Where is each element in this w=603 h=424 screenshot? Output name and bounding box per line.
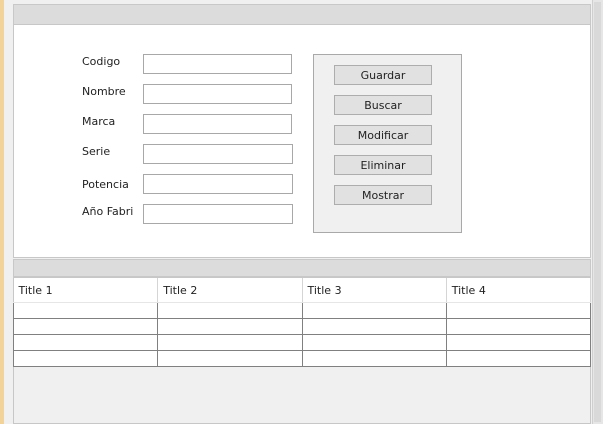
- table-row[interactable]: [12, 350, 592, 367]
- column-header-title-4[interactable]: Title 4: [446, 278, 592, 303]
- guardar-button[interactable]: Guardar: [334, 65, 432, 85]
- modificar-button[interactable]: Modificar: [334, 125, 432, 145]
- top-toolbar-strip: [13, 4, 591, 25]
- table-cell[interactable]: [157, 334, 303, 351]
- table-row[interactable]: [12, 302, 592, 319]
- table-cell[interactable]: [12, 350, 159, 367]
- column-header-title-3[interactable]: Title 3: [302, 278, 447, 303]
- data-table: Title 1 Title 2 Title 3 Title 4: [12, 278, 592, 367]
- table-cell[interactable]: [301, 302, 447, 319]
- table-cell[interactable]: [157, 350, 303, 367]
- table-cell[interactable]: [301, 350, 447, 367]
- table-cell[interactable]: [445, 302, 592, 319]
- table-cell[interactable]: [12, 334, 159, 351]
- table-cell[interactable]: [157, 302, 303, 319]
- table-cell[interactable]: [301, 334, 447, 351]
- scrollbar-thumb[interactable]: [594, 2, 601, 422]
- buscar-button[interactable]: Buscar: [334, 95, 432, 115]
- table-cell[interactable]: [12, 302, 159, 319]
- nombre-label: Nombre: [82, 85, 126, 98]
- serie-label: Serie: [82, 145, 111, 158]
- table-cell[interactable]: [445, 318, 592, 335]
- eliminar-button[interactable]: Eliminar: [334, 155, 432, 175]
- column-header-title-1[interactable]: Title 1: [13, 278, 159, 303]
- nombre-input[interactable]: [143, 84, 292, 104]
- codigo-label: Codigo: [82, 55, 121, 68]
- potencia-input[interactable]: [143, 174, 293, 194]
- marca-input[interactable]: [143, 114, 292, 134]
- column-header-title-2[interactable]: Title 2: [157, 278, 303, 303]
- table-cell[interactable]: [12, 318, 159, 335]
- splitter-bar[interactable]: [13, 259, 591, 277]
- codigo-input[interactable]: [143, 54, 292, 74]
- potencia-label: Potencia: [82, 178, 129, 191]
- table-row[interactable]: [12, 318, 592, 335]
- table-header-row: Title 1 Title 2 Title 3 Title 4: [13, 278, 592, 303]
- table-cell[interactable]: [445, 334, 592, 351]
- table-row[interactable]: [12, 334, 592, 351]
- table-cell[interactable]: [157, 318, 303, 335]
- table-cell[interactable]: [301, 318, 447, 335]
- mostrar-button[interactable]: Mostrar: [334, 185, 432, 205]
- marca-label: Marca: [82, 115, 116, 128]
- serie-input[interactable]: [143, 144, 293, 164]
- anio-fabricacion-input[interactable]: [143, 204, 293, 224]
- anio-fabricacion-label: Año Fabri: [82, 205, 134, 218]
- table-cell[interactable]: [445, 350, 592, 367]
